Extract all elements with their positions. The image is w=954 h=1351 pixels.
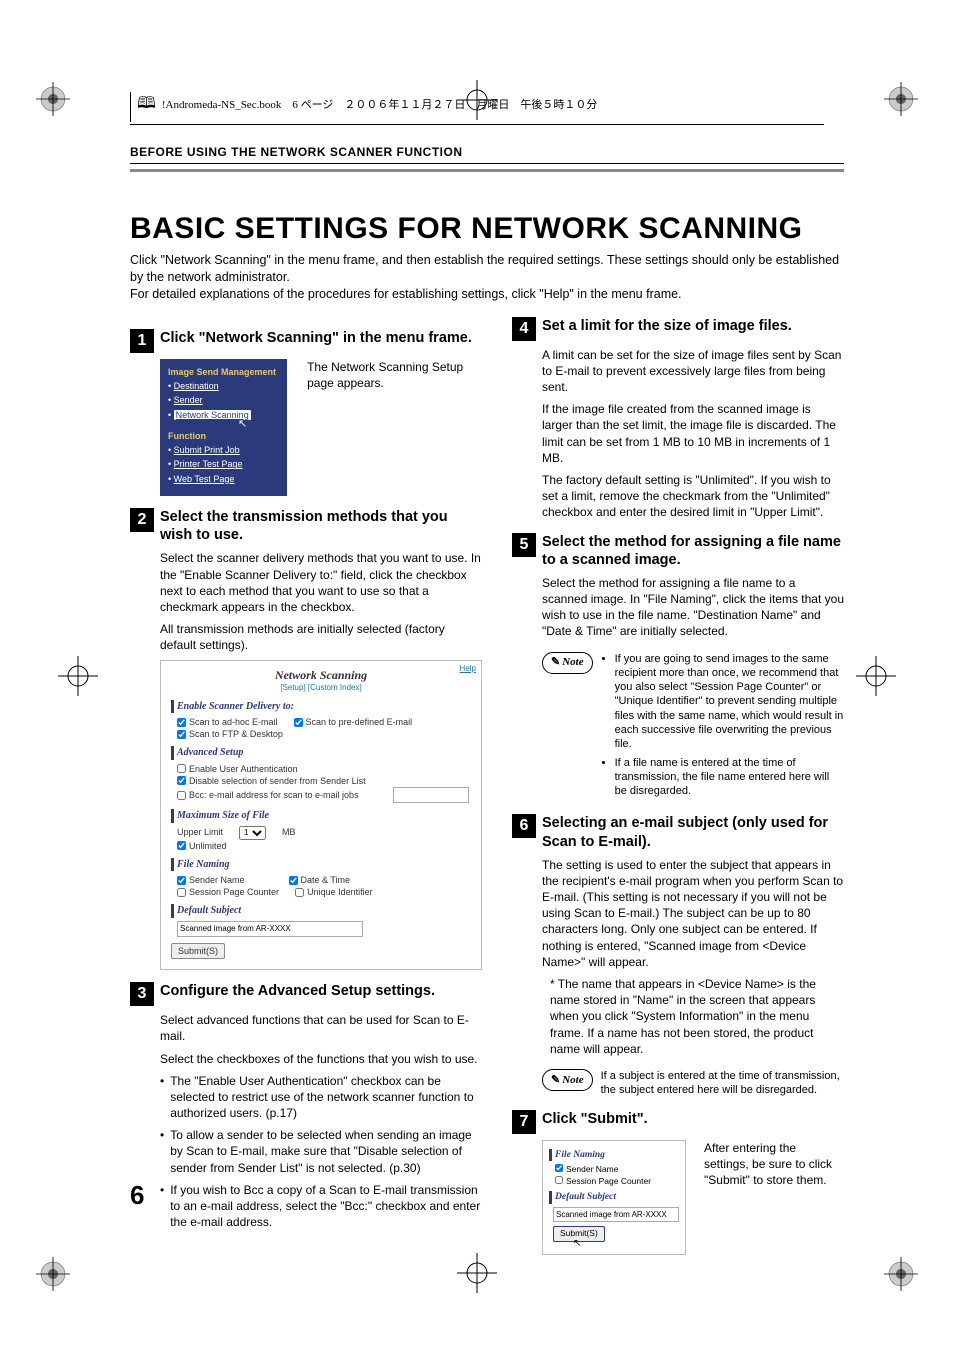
running-head-text: !Andromeda-NS_Sec.book 6 ページ ２００６年１１月２７日…	[162, 92, 597, 122]
step-number-4: 4	[512, 317, 536, 341]
submit-default-subject-input[interactable]	[553, 1207, 679, 1222]
menu-printer-test-page[interactable]: Printer Test Page	[174, 459, 243, 469]
submit-cb-sender[interactable]	[555, 1164, 563, 1172]
section-default-subject: Default Subject	[171, 904, 471, 918]
menu-sender[interactable]: Sender	[174, 395, 203, 405]
step-4-paragraph-2: If the image file created from the scann…	[542, 401, 844, 466]
section-file-naming: File Naming	[171, 858, 471, 872]
step-4-paragraph-3: The factory default setting is "Unlimite…	[542, 472, 844, 521]
crop-mark-left	[58, 656, 98, 696]
submit-button[interactable]: Submit(S)	[171, 943, 225, 959]
step-3-bullet-1: The "Enable User Authentication" checkbo…	[170, 1073, 482, 1122]
checkbox-date-time[interactable]: Date & Time	[289, 874, 351, 886]
menu-header-1: Image Send Management	[168, 365, 279, 379]
section-header: BEFORE USING THE NETWORK SCANNER FUNCTIO…	[130, 145, 844, 159]
step-3-bullet-3: If you wish to Bcc a copy of a Scan to E…	[170, 1182, 482, 1231]
cursor-icon-2: ↖	[573, 1242, 679, 1246]
default-subject-input[interactable]	[177, 921, 363, 937]
step-7-description: After entering the settings, be sure to …	[704, 1140, 844, 1189]
step-5-note-1: If you are going to send images to the s…	[615, 652, 844, 752]
form-title: Network Scanning	[171, 667, 471, 683]
cursor-icon: ↖	[238, 422, 279, 426]
note-label-2: Note	[542, 1069, 593, 1091]
label-upper-limit: Upper Limit	[177, 826, 223, 838]
step-6-paragraph-2: * The name that appears in <Device Name>…	[542, 976, 844, 1057]
step-6-title: Selecting an e-mail subject (only used f…	[542, 814, 844, 850]
checkbox-unlimited[interactable]: Unlimited	[177, 840, 227, 852]
reg-mark-bottom-right	[884, 1257, 918, 1291]
checkbox-session-page-counter[interactable]: Session Page Counter	[177, 886, 279, 898]
note-label: Note	[542, 652, 593, 674]
page-title: BASIC SETTINGS FOR NETWORK SCANNING	[130, 212, 844, 246]
step-1-description: The Network Scanning Setup page appears.	[307, 359, 482, 391]
section-max-file-size: Maximum Size of File	[171, 809, 471, 823]
help-link[interactable]: Help	[460, 664, 476, 675]
step-number-2: 2	[130, 508, 154, 532]
step-4-paragraph-1: A limit can be set for the size of image…	[542, 347, 844, 396]
step-number-3: 3	[130, 982, 154, 1006]
submit-cb-session[interactable]	[555, 1176, 563, 1184]
step-2-paragraph-1: Select the scanner delivery methods that…	[160, 550, 482, 615]
section-advanced-setup: Advanced Setup	[171, 746, 471, 760]
checkbox-unique-identifier[interactable]: Unique Identifier	[295, 886, 373, 898]
intro-paragraph-2: For detailed explanations of the procedu…	[130, 287, 682, 301]
step-2-title: Select the transmission methods that you…	[160, 508, 482, 544]
running-head-rule	[130, 124, 824, 125]
step-1-title: Click "Network Scanning" in the menu fra…	[160, 329, 472, 347]
reg-mark-bottom-left	[36, 1257, 70, 1291]
step-3-title: Configure the Advanced Setup settings.	[160, 982, 435, 1000]
checkbox-ftp-desktop[interactable]: Scan to FTP & Desktop	[177, 728, 283, 740]
step-5-title: Select the method for assigning a file n…	[542, 533, 844, 569]
step-4-title: Set a limit for the size of image files.	[542, 317, 792, 335]
step-7-title: Click "Submit".	[542, 1110, 648, 1128]
intro-paragraph-1: Click "Network Scanning" in the menu fra…	[130, 253, 839, 284]
submit-form-screenshot: File Naming Sender Name Session Page Cou…	[542, 1140, 686, 1255]
checkbox-bcc[interactable]: Bcc: e-mail address for scan to e-mail j…	[177, 787, 359, 803]
crop-mark-bottom	[457, 1253, 497, 1293]
submit-section-file-naming: File Naming	[549, 1149, 679, 1162]
step-5-note-2: If a file name is entered at the time of…	[615, 756, 844, 799]
bcc-input[interactable]	[393, 787, 469, 803]
crop-mark-right	[856, 656, 896, 696]
step-6-note-1: If a subject is entered at the time of t…	[601, 1070, 840, 1096]
label-mb: MB	[282, 826, 296, 838]
step-number-7: 7	[512, 1110, 536, 1134]
step-6-paragraph-1: The setting is used to enter the subject…	[542, 857, 844, 970]
step-number-1: 1	[130, 329, 154, 353]
book-icon: 🕮	[137, 92, 156, 122]
step-3-paragraph-2: Select the checkboxes of the functions t…	[160, 1051, 482, 1067]
reg-mark-top-right	[884, 82, 918, 116]
form-sublinks[interactable]: [Setup] [Custom Index]	[171, 683, 471, 694]
step-3-bullet-2: To allow a sender to be selected when se…	[170, 1127, 482, 1176]
section-rule	[130, 163, 844, 172]
reg-mark-top-left	[36, 82, 70, 116]
menu-header-2: Function	[168, 429, 279, 443]
step-3-paragraph-1: Select advanced functions that can be us…	[160, 1012, 482, 1044]
step-2-paragraph-2: All transmission methods are initially s…	[160, 621, 482, 653]
step-number-5: 5	[512, 533, 536, 557]
menu-screenshot: Image Send Management Destination Sender…	[160, 359, 287, 497]
menu-destination[interactable]: Destination	[174, 381, 219, 391]
checkbox-user-auth[interactable]: Enable User Authentication	[177, 763, 298, 775]
step-5-paragraph-1: Select the method for assigning a file n…	[542, 575, 844, 640]
checkbox-disable-sender[interactable]: Disable selection of sender from Sender …	[177, 775, 366, 787]
checkbox-sender-name[interactable]: Sender Name	[177, 874, 245, 886]
checkbox-adhoc-email[interactable]: Scan to ad-hoc E-mail	[177, 716, 278, 728]
menu-web-test-page[interactable]: Web Test Page	[174, 474, 235, 484]
network-scanning-form-screenshot: Help Network Scanning [Setup] [Custom In…	[160, 660, 482, 971]
menu-submit-print-job[interactable]: Submit Print Job	[174, 445, 240, 455]
upper-limit-select[interactable]: 1	[239, 826, 266, 840]
submit-section-default-subject: Default Subject	[549, 1191, 679, 1204]
checkbox-predefined-email[interactable]: Scan to pre-defined E-mail	[294, 716, 413, 728]
section-enable-delivery: Enable Scanner Delivery to:	[171, 700, 471, 714]
step-number-6: 6	[512, 814, 536, 838]
running-head: 🕮 !Andromeda-NS_Sec.book 6 ページ ２００６年１１月２…	[130, 92, 824, 122]
page-number: 6	[130, 1180, 144, 1211]
